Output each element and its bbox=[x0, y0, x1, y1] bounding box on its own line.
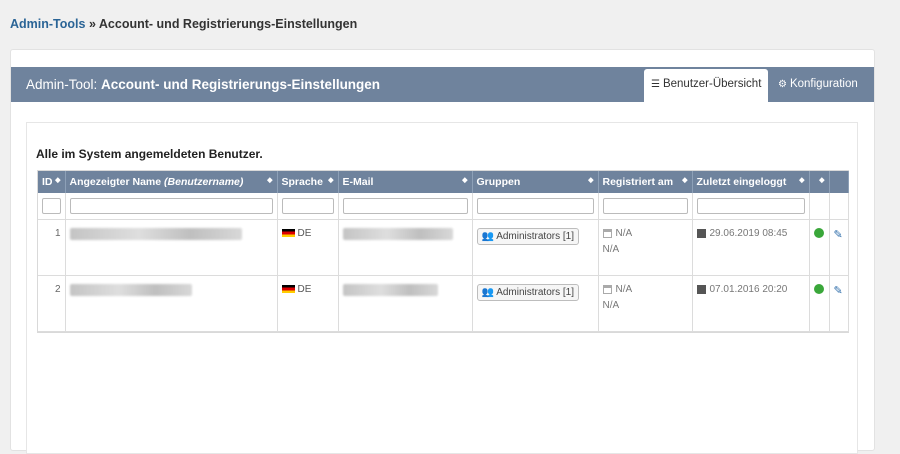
user-id: 1 bbox=[38, 219, 66, 276]
column-header-id[interactable]: ID ◆ bbox=[38, 171, 66, 193]
user-language: DE bbox=[277, 275, 339, 332]
user-actions: ✎ bbox=[829, 275, 849, 332]
calendar-icon bbox=[602, 284, 612, 294]
user-email-redacted bbox=[338, 275, 473, 332]
breadcrumb-link-admin-tools[interactable]: Admin-Tools bbox=[10, 17, 85, 31]
settings-panel: Admin-Tool: Account- und Registrierungs-… bbox=[10, 49, 875, 454]
user-active-icon[interactable] bbox=[813, 228, 824, 239]
filter-name-input[interactable] bbox=[69, 198, 273, 214]
filter-last-login-input[interactable] bbox=[696, 198, 805, 214]
users-icon: 👥 bbox=[481, 231, 494, 242]
sort-icon: ◆ bbox=[799, 177, 805, 184]
column-header-groups[interactable]: Gruppen ◆ bbox=[472, 171, 599, 193]
user-actions: ✎ bbox=[829, 219, 849, 276]
table-title: Alle im System angemeldeten Benutzer. bbox=[36, 147, 263, 161]
column-header-last-login[interactable]: Zuletzt eingeloggt ◆ bbox=[692, 171, 810, 193]
sort-icon: ◆ bbox=[819, 177, 825, 184]
tab-label: Konfiguration bbox=[789, 78, 858, 90]
filter-row bbox=[38, 193, 849, 220]
breadcrumb-current: Account- und Registrierungs-Einstellunge… bbox=[98, 17, 358, 31]
group-button[interactable]: 👥 Administrators [1] bbox=[476, 284, 579, 301]
user-status bbox=[809, 275, 830, 332]
breadcrumb: Admin-Tools » Account- und Registrierung… bbox=[10, 17, 357, 31]
list-icon: ☰ bbox=[651, 79, 660, 90]
sort-icon: ◆ bbox=[462, 177, 468, 184]
sort-icon: ◆ bbox=[328, 177, 334, 184]
users-icon: 👥 bbox=[481, 287, 494, 298]
sort-icon: ◆ bbox=[55, 177, 61, 184]
column-header-status[interactable]: ◆ bbox=[809, 171, 830, 193]
user-registered: N/A N/A bbox=[598, 275, 693, 332]
user-name-redacted bbox=[65, 219, 278, 276]
german-flag-icon bbox=[281, 285, 295, 294]
page-title-prefix: Admin-Tool: bbox=[26, 77, 98, 92]
breadcrumb-separator: » bbox=[88, 17, 96, 31]
column-header-registered[interactable]: Registriert am ◆ bbox=[598, 171, 693, 193]
table-row[interactable]: 2 DE 👥 Administrators [1] N/A N/A 07.01.2… bbox=[38, 275, 849, 332]
calendar-icon bbox=[602, 228, 612, 238]
filter-language-input[interactable] bbox=[281, 198, 334, 214]
user-last-login: 07.01.2016 20:20 bbox=[692, 275, 810, 332]
filter-groups-input[interactable] bbox=[476, 198, 594, 214]
calendar-icon bbox=[696, 228, 706, 238]
column-header-actions bbox=[829, 171, 849, 193]
users-table: ID ◆ Angezeigter Name (Benutzername) ◆ Spr… bbox=[37, 170, 849, 333]
user-registered: N/A N/A bbox=[598, 219, 693, 276]
gear-icon: ⚙ bbox=[778, 79, 787, 90]
sort-icon: ◆ bbox=[682, 177, 688, 184]
panel-header: Admin-Tool: Account- und Registrierungs-… bbox=[11, 67, 874, 102]
group-button[interactable]: 👥 Administrators [1] bbox=[476, 228, 579, 245]
user-id: 2 bbox=[38, 275, 66, 332]
sort-icon: ◆ bbox=[588, 177, 594, 184]
tab-konfiguration[interactable]: ⚙ Konfiguration bbox=[771, 69, 865, 100]
filter-id-input[interactable] bbox=[42, 198, 61, 214]
filter-registered-input[interactable] bbox=[602, 198, 688, 214]
user-email-redacted bbox=[338, 219, 473, 276]
user-name-redacted bbox=[65, 275, 278, 332]
page-title: Admin-Tool: Account- und Registrierungs-… bbox=[26, 77, 380, 92]
users-box: Alle im System angemeldeten Benutzer. ID… bbox=[26, 122, 858, 454]
user-groups: 👥 Administrators [1] bbox=[472, 219, 599, 276]
german-flag-icon bbox=[281, 229, 295, 238]
calendar-icon bbox=[696, 284, 706, 294]
tab-label: Benutzer-Übersicht bbox=[662, 78, 762, 90]
sort-icon: ◆ bbox=[267, 177, 273, 184]
user-last-login: 29.06.2019 08:45 bbox=[692, 219, 810, 276]
user-status bbox=[809, 219, 830, 276]
column-header-email[interactable]: E-Mail ◆ bbox=[338, 171, 473, 193]
user-groups: 👥 Administrators [1] bbox=[472, 275, 599, 332]
page-title-main: Account- und Registrierungs-Einstellunge… bbox=[101, 77, 381, 92]
edit-icon[interactable]: ✎ bbox=[834, 285, 843, 297]
table-row[interactable]: 1 DE 👥 Administrators [1] N/A N/A 29.06.2… bbox=[38, 219, 849, 276]
column-header-name[interactable]: Angezeigter Name (Benutzername) ◆ bbox=[65, 171, 278, 193]
user-language: DE bbox=[277, 219, 339, 276]
filter-email-input[interactable] bbox=[342, 198, 468, 214]
edit-icon[interactable]: ✎ bbox=[834, 229, 843, 241]
column-header-language[interactable]: Sprache ◆ bbox=[277, 171, 339, 193]
user-active-icon[interactable] bbox=[813, 284, 824, 295]
tab-benutzer-uebersicht[interactable]: ☰ Benutzer-Übersicht bbox=[644, 69, 769, 102]
